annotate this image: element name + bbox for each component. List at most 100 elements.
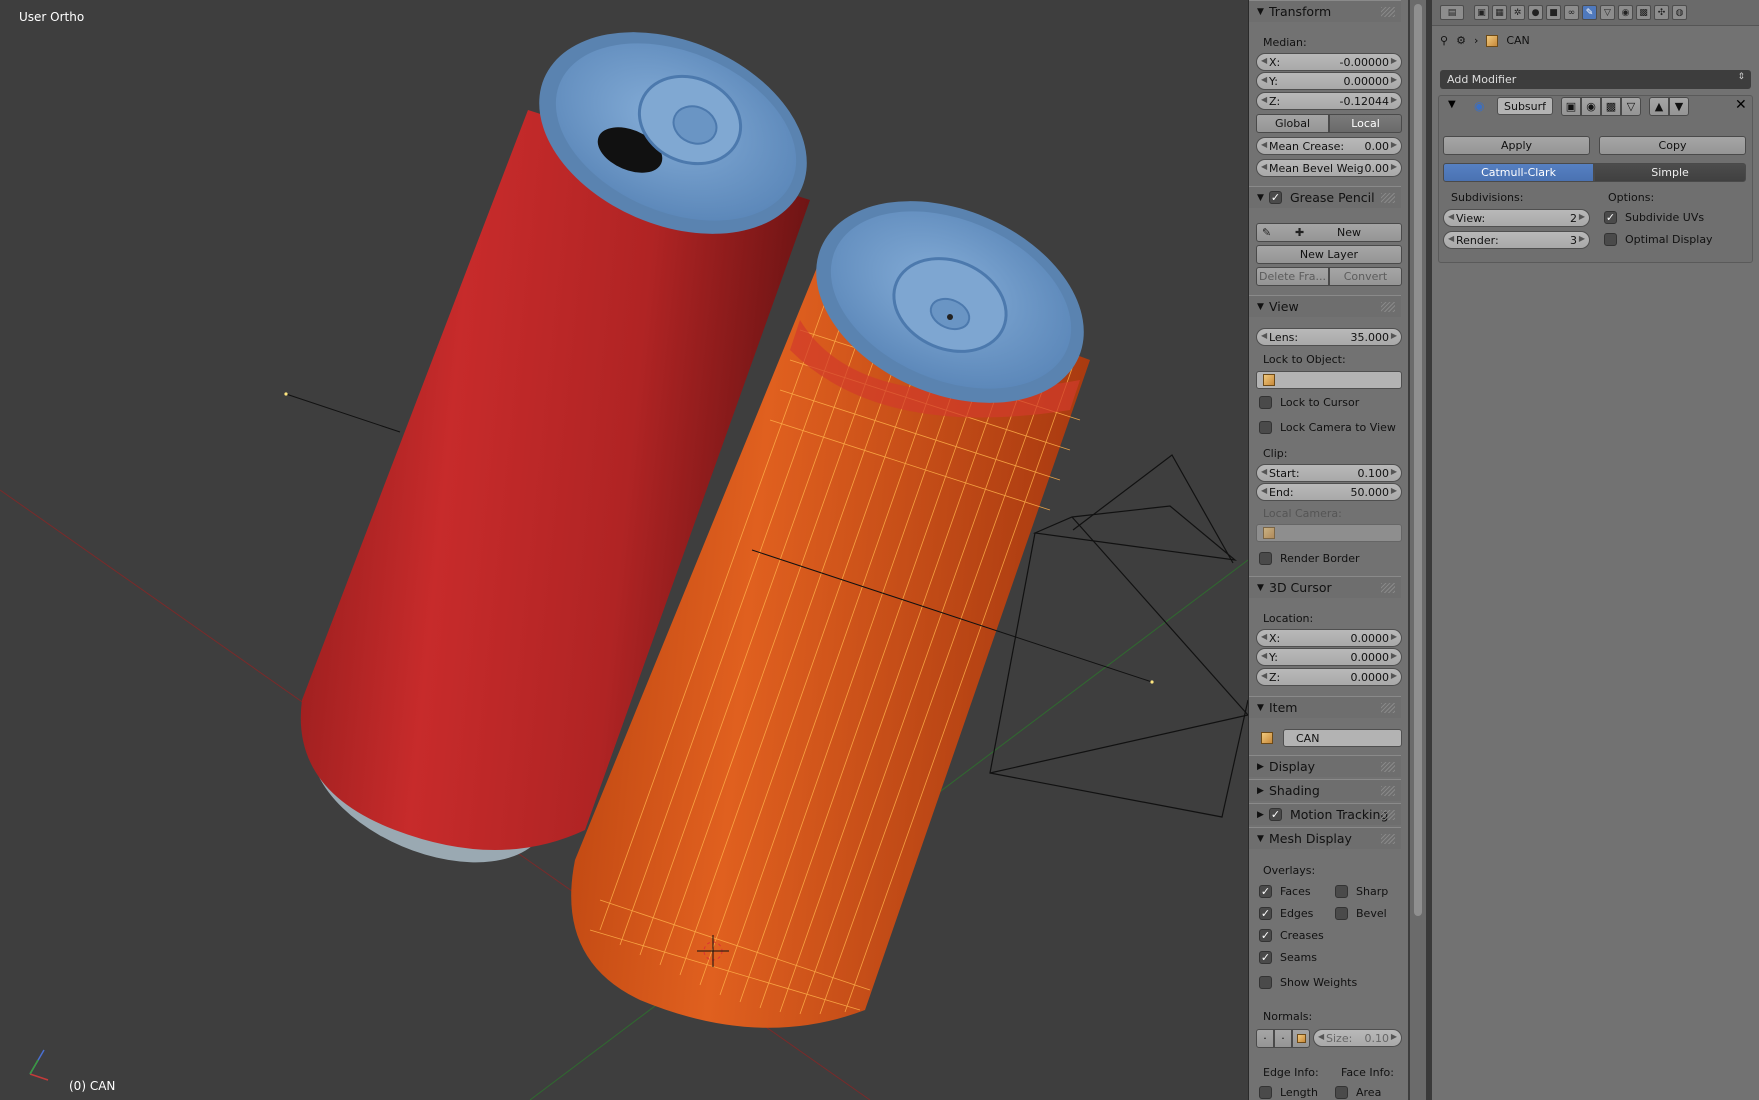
item-panel-header[interactable]: ▼ Item	[1249, 696, 1401, 718]
copy-button[interactable]: Copy	[1599, 136, 1746, 155]
render-layers-tab-icon[interactable]: ▦	[1492, 5, 1507, 20]
show-in-editmode-icon[interactable]: ▣	[1561, 97, 1581, 116]
show-in-viewport-icon[interactable]: ◉	[1581, 97, 1601, 116]
increment-icon[interactable]: ▶	[1579, 212, 1585, 221]
increment-icon[interactable]: ▶	[1391, 671, 1397, 680]
decrement-icon[interactable]: ◀	[1261, 95, 1267, 104]
object-name-field[interactable]: CAN	[1283, 729, 1402, 747]
increment-icon[interactable]: ▶	[1391, 467, 1397, 476]
modifiers-tab-icon[interactable]: ✎	[1582, 5, 1597, 20]
mesh-display-panel-header[interactable]: ▼ Mesh Display	[1249, 827, 1401, 849]
catmull-clark-toggle[interactable]: Catmull-Clark	[1443, 163, 1594, 182]
pin-icon[interactable]: ⚲	[1440, 34, 1448, 47]
increment-icon[interactable]: ▶	[1391, 486, 1397, 495]
move-down-icon[interactable]: ▼	[1669, 97, 1689, 116]
show-weights-checkbox[interactable]: Show Weights	[1259, 976, 1357, 989]
decrement-icon[interactable]: ◀	[1261, 467, 1267, 476]
split-normals-icon[interactable]: ·	[1274, 1029, 1292, 1048]
cursor-x-field[interactable]: ◀ X: 0.0000 ▶	[1256, 629, 1402, 647]
increment-icon[interactable]: ▶	[1391, 331, 1397, 340]
bevel-checkbox[interactable]: Bevel	[1335, 907, 1387, 920]
object-tab-icon[interactable]: ■	[1546, 5, 1561, 20]
texture-tab-icon[interactable]: ▩	[1636, 5, 1651, 20]
drag-grip-icon[interactable]	[1381, 583, 1395, 593]
render-border-checkbox[interactable]: Render Border	[1259, 552, 1360, 565]
increment-icon[interactable]: ▶	[1391, 140, 1397, 149]
vertex-normals-icon[interactable]: ·	[1256, 1029, 1274, 1048]
increment-icon[interactable]: ▶	[1391, 162, 1397, 171]
new-grease-pencil-button[interactable]: ✎ ✚ New	[1256, 223, 1402, 242]
lock-to-cursor-checkbox[interactable]: Lock to Cursor	[1259, 396, 1359, 409]
increment-icon[interactable]: ▶	[1391, 1032, 1397, 1041]
local-toggle[interactable]: Local	[1329, 114, 1402, 133]
physics-tab-icon[interactable]: ◍	[1672, 5, 1687, 20]
motion-tracking-checkbox[interactable]: ✓	[1269, 808, 1290, 821]
clip-start-field[interactable]: ◀ Start: 0.100 ▶	[1256, 464, 1402, 482]
scrollbar-thumb[interactable]	[1414, 4, 1422, 916]
shading-panel-header[interactable]: ▶ Shading	[1249, 779, 1401, 801]
close-icon[interactable]: ✕	[1735, 97, 1747, 113]
lock-object-field[interactable]	[1256, 371, 1402, 389]
show-in-render-icon[interactable]: ▩	[1601, 97, 1621, 116]
mean-crease-field[interactable]: ◀ Mean Crease: 0.00 ▶	[1256, 137, 1402, 155]
drag-grip-icon[interactable]	[1381, 810, 1395, 820]
edges-checkbox[interactable]: ✓ Edges	[1259, 907, 1313, 920]
decrement-icon[interactable]: ◀	[1261, 75, 1267, 84]
grease-pencil-panel-header[interactable]: ▼ ✓ Grease Pencil	[1249, 186, 1401, 208]
increment-icon[interactable]: ▶	[1391, 75, 1397, 84]
decrement-icon[interactable]: ◀	[1448, 212, 1454, 221]
shelf-scrollbar[interactable]	[1410, 0, 1426, 1100]
increment-icon[interactable]: ▶	[1391, 632, 1397, 641]
motion-tracking-panel-header[interactable]: ▶ ✓ Motion Tracking	[1249, 803, 1401, 825]
increment-icon[interactable]: ▶	[1391, 56, 1397, 65]
drag-grip-icon[interactable]	[1381, 302, 1395, 312]
drag-grip-icon[interactable]	[1381, 762, 1395, 772]
3d-cursor-panel-header[interactable]: ▼ 3D Cursor	[1249, 576, 1401, 598]
transform-panel-header[interactable]: ▼ Transform	[1249, 0, 1401, 22]
data-tab-icon[interactable]: ▽	[1600, 5, 1615, 20]
view-levels-field[interactable]: ◀ View: 2 ▶	[1443, 209, 1590, 227]
render-levels-field[interactable]: ◀ Render: 3 ▶	[1443, 231, 1590, 249]
collapse-triangle-icon[interactable]: ▼	[1448, 99, 1456, 110]
decrement-icon[interactable]: ◀	[1318, 1032, 1324, 1041]
drag-grip-icon[interactable]	[1381, 703, 1395, 713]
lens-field[interactable]: ◀ Lens: 35.000 ▶	[1256, 328, 1402, 346]
increment-icon[interactable]: ▶	[1579, 234, 1585, 243]
median-y-field[interactable]: ◀ Y: 0.00000 ▶	[1256, 72, 1402, 90]
editor-type-icon[interactable]: ▤	[1440, 5, 1464, 20]
apply-button[interactable]: Apply	[1443, 136, 1590, 155]
local-camera-field[interactable]	[1256, 524, 1402, 542]
cursor-y-field[interactable]: ◀ Y: 0.0000 ▶	[1256, 648, 1402, 666]
modifier-name-field[interactable]: Subsurf	[1497, 97, 1553, 115]
delete-frame-button[interactable]: Delete Fra...	[1256, 267, 1329, 286]
optimal-display-checkbox[interactable]: Optimal Display	[1604, 233, 1713, 246]
particles-tab-icon[interactable]: ✣	[1654, 5, 1669, 20]
constraints-tab-icon[interactable]: ∞	[1564, 5, 1579, 20]
subdivide-uvs-checkbox[interactable]: ✓ Subdivide UVs	[1604, 211, 1704, 224]
render-tab-icon[interactable]: ▣	[1474, 5, 1489, 20]
median-z-field[interactable]: ◀ Z: -0.12044 ▶	[1256, 92, 1402, 110]
mean-bevel-field[interactable]: ◀ Mean Bevel Weig: 0.00 ▶	[1256, 159, 1402, 177]
median-x-field[interactable]: ◀ X: -0.00000 ▶	[1256, 53, 1402, 71]
normal-size-field[interactable]: ◀ Size: 0.10 ▶	[1313, 1029, 1402, 1047]
drag-grip-icon[interactable]	[1381, 7, 1395, 17]
length-checkbox[interactable]: Length	[1259, 1086, 1318, 1099]
convert-button[interactable]: Convert	[1329, 267, 1402, 286]
grease-pencil-checkbox[interactable]: ✓	[1269, 191, 1290, 204]
display-panel-header[interactable]: ▶ Display	[1249, 755, 1401, 777]
increment-icon[interactable]: ▶	[1391, 651, 1397, 660]
new-layer-button[interactable]: New Layer	[1256, 245, 1402, 264]
seams-checkbox[interactable]: ✓ Seams	[1259, 951, 1317, 964]
world-tab-icon[interactable]: ●	[1528, 5, 1543, 20]
faces-checkbox[interactable]: ✓ Faces	[1259, 885, 1311, 898]
decrement-icon[interactable]: ◀	[1448, 234, 1454, 243]
decrement-icon[interactable]: ◀	[1261, 56, 1267, 65]
decrement-icon[interactable]: ◀	[1261, 486, 1267, 495]
show-on-cage-icon[interactable]: ▽	[1621, 97, 1641, 116]
increment-icon[interactable]: ▶	[1391, 95, 1397, 104]
add-modifier-dropdown[interactable]: Add Modifier ⇕	[1440, 70, 1751, 89]
clip-end-field[interactable]: ◀ End: 50.000 ▶	[1256, 483, 1402, 501]
lock-camera-checkbox[interactable]: Lock Camera to View	[1259, 421, 1396, 434]
decrement-icon[interactable]: ◀	[1261, 162, 1267, 171]
move-up-icon[interactable]: ▲	[1649, 97, 1669, 116]
